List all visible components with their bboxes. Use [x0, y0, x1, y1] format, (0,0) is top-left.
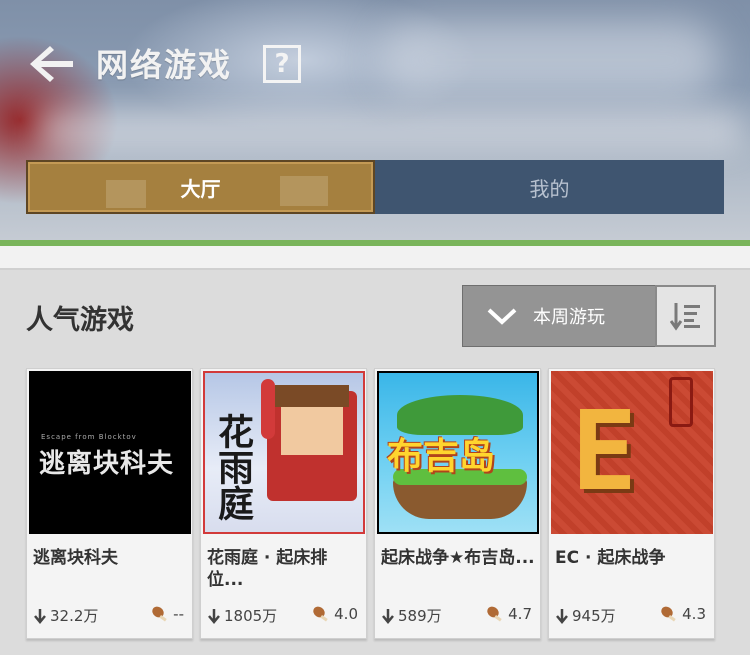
sort-order-icon — [669, 303, 700, 331]
thumb-title: 逃离块科夫 — [39, 449, 175, 479]
download-icon — [208, 608, 220, 624]
rating: 4.7 — [485, 605, 532, 623]
section-title: 人气游戏 — [26, 305, 134, 336]
game-name: EC · 起床战争 — [555, 548, 666, 568]
game-name: 逃离块科夫 — [33, 548, 118, 568]
game-name: 起床战争★布吉岛... — [381, 548, 535, 568]
drumstick-icon — [487, 606, 502, 622]
drumstick-icon — [152, 606, 167, 622]
download-icon — [34, 608, 46, 624]
download-count: 589万 — [381, 605, 442, 626]
tab-lobby-label: 大厅 — [180, 176, 221, 201]
game-thumbnail: Escape from Blocktov 逃离块科夫 — [29, 371, 191, 534]
page-title: 网络游戏 — [96, 46, 233, 84]
download-count: 945万 — [555, 605, 616, 626]
download-count-value: 945万 — [572, 607, 616, 625]
game-thumbnail: E — [551, 371, 713, 534]
rating: -- — [150, 605, 184, 623]
download-count: 1805万 — [207, 605, 277, 626]
rating-value: -- — [173, 605, 184, 623]
chevron-down-icon — [487, 308, 517, 325]
drumstick-icon — [313, 606, 328, 622]
game-name: 花雨庭 · 起床排位... — [207, 548, 328, 590]
game-card[interactable]: 布吉岛 起床战争★布吉岛... 589万 4.7 — [374, 368, 541, 639]
back-arrow-icon — [30, 46, 73, 82]
tab-lobby[interactable]: 大厅 — [26, 160, 375, 214]
back-button[interactable] — [26, 42, 76, 86]
game-thumbnail: 布吉岛 — [377, 371, 539, 534]
thumb-title: 布吉岛 — [387, 436, 496, 477]
sort-dropdown[interactable]: 本周游玩 — [462, 285, 656, 347]
thumb-title: E — [571, 387, 638, 515]
header-banner: 网络游戏 ? 大厅 我的 — [0, 0, 750, 243]
download-count-value: 589万 — [398, 607, 442, 625]
thumb-title: 花雨庭 — [212, 413, 254, 521]
drumstick-icon — [661, 606, 676, 622]
tab-mine-label: 我的 — [529, 176, 570, 201]
game-card[interactable]: 花雨庭 花雨庭 · 起床排位... 1805万 4.0 — [200, 368, 367, 639]
download-icon — [556, 608, 568, 624]
tab-bar: 大厅 我的 — [26, 160, 724, 214]
divider-strip — [0, 246, 750, 270]
sort-order-button[interactable] — [655, 285, 716, 347]
game-card[interactable]: Escape from Blocktov 逃离块科夫 逃离块科夫 32.2万 -… — [26, 368, 193, 639]
thumb-subtitle: Escape from Blocktov — [41, 433, 137, 441]
help-icon: ? — [274, 49, 290, 79]
rating: 4.3 — [659, 605, 706, 623]
game-thumbnail: 花雨庭 — [203, 371, 365, 534]
tab-mine[interactable]: 我的 — [375, 160, 724, 214]
rating: 4.0 — [311, 605, 358, 623]
download-icon — [382, 608, 394, 624]
download-count-value: 1805万 — [224, 607, 278, 625]
rating-value: 4.3 — [682, 605, 706, 623]
rating-value: 4.0 — [334, 605, 358, 623]
rating-value: 4.7 — [508, 605, 532, 623]
game-card[interactable]: E EC · 起床战争 945万 4.3 — [548, 368, 715, 639]
help-button[interactable]: ? — [263, 45, 301, 83]
sort-dropdown-label: 本周游玩 — [533, 307, 605, 328]
download-count: 32.2万 — [33, 605, 98, 626]
download-count-value: 32.2万 — [50, 607, 99, 625]
